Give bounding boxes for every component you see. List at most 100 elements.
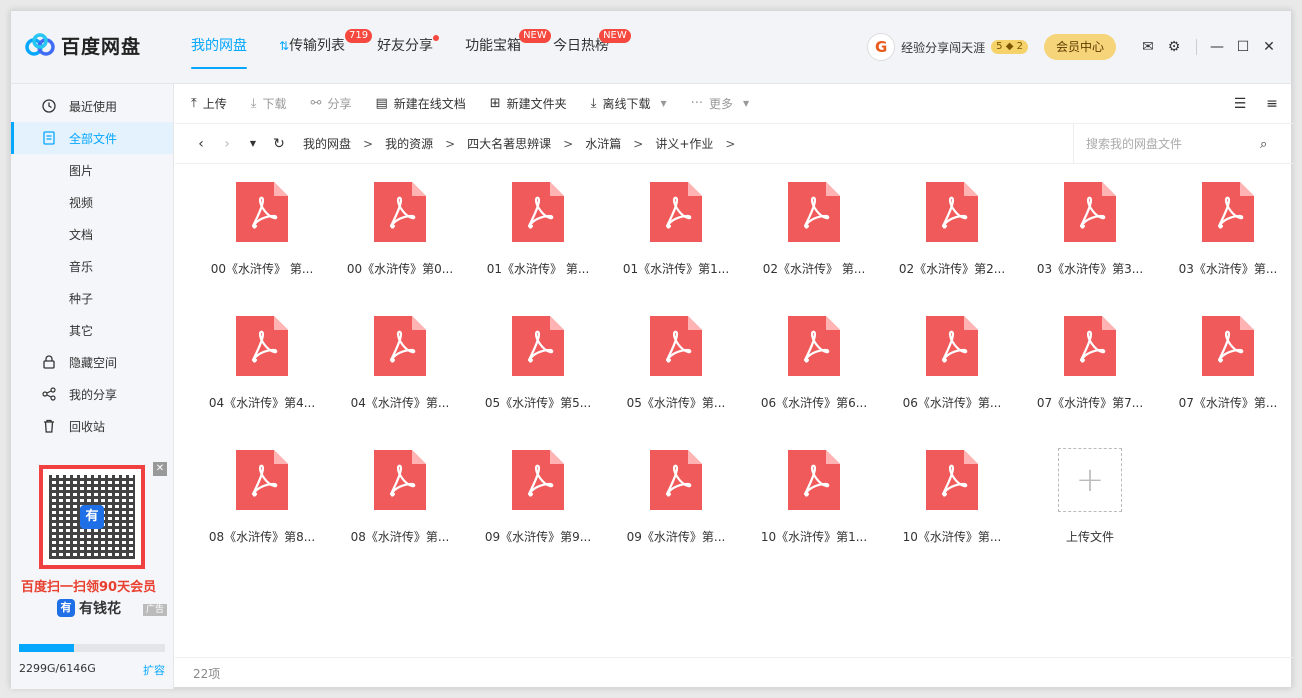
- tab-hot-list[interactable]: 今日热榜 NEW: [553, 11, 631, 83]
- file-item[interactable]: 03《水浒传》第3...: [1025, 172, 1155, 292]
- pdf-file-icon: [1064, 316, 1116, 376]
- tab-label: 好友分享: [377, 38, 434, 54]
- chevron-down-icon: ▼: [660, 99, 667, 108]
- sidebar-item-label: 图片: [69, 163, 94, 178]
- offline-download-button[interactable]: ⤓ 离线下载 ▼: [591, 95, 667, 112]
- storage-bar: [19, 644, 165, 652]
- sidebar-item-music[interactable]: 音乐: [11, 250, 173, 282]
- clock-icon: [41, 98, 57, 114]
- file-item[interactable]: 00《水浒传》 第...: [197, 172, 327, 292]
- history-dropdown-icon[interactable]: ▼: [243, 139, 263, 148]
- pdf-file-icon: [926, 450, 978, 510]
- file-item[interactable]: 06《水浒传》第...: [887, 306, 1017, 426]
- file-item[interactable]: 04《水浒传》第4...: [197, 306, 327, 426]
- app-window: 百度网盘 我的网盘 ⇅传输列表 719 好友分享 功能宝箱 NEW 今日热榜 N…: [10, 10, 1293, 689]
- breadcrumb-item[interactable]: 四大名著思辨课: [467, 135, 551, 152]
- file-item[interactable]: 02《水浒传》第2...: [887, 172, 1017, 292]
- sidebar-item-videos[interactable]: 视频: [11, 186, 173, 218]
- lock-icon: [41, 354, 57, 370]
- new-folder-button[interactable]: ⊞ 新建文件夹: [490, 95, 567, 112]
- file-item[interactable]: 09《水浒传》第...: [611, 440, 741, 560]
- pdf-file-icon: [788, 316, 840, 376]
- sort-icon[interactable]: ☰: [1231, 96, 1249, 112]
- file-item[interactable]: 00《水浒传》第0...: [335, 172, 465, 292]
- upload-button[interactable]: ⤒ 上传: [191, 95, 227, 112]
- pdf-file-icon: [374, 450, 426, 510]
- file-item[interactable]: 07《水浒传》第...: [1163, 306, 1293, 426]
- search-input[interactable]: [1086, 137, 1256, 151]
- breadcrumb-separator: >: [363, 136, 374, 151]
- breadcrumb-item[interactable]: 讲义+作业: [655, 135, 713, 152]
- file-name: 10《水浒传》第...: [902, 530, 1002, 544]
- ad-text: 百度扫一扫领90天会员: [21, 580, 157, 595]
- minimize-icon[interactable]: —: [1205, 35, 1229, 59]
- close-icon[interactable]: ✕: [1257, 35, 1281, 59]
- more-button[interactable]: ··· 更多 ▼: [691, 95, 750, 112]
- file-item[interactable]: 05《水浒传》第5...: [473, 306, 603, 426]
- breadcrumb-item[interactable]: 水浒篇: [585, 135, 621, 152]
- file-item[interactable]: 02《水浒传》 第...: [749, 172, 879, 292]
- file-name: 00《水浒传》第0...: [346, 262, 454, 276]
- file-item[interactable]: 07《水浒传》第7...: [1025, 306, 1155, 426]
- upload-file-tile[interactable]: + 上传文件: [1025, 440, 1155, 560]
- sidebar-item-my-share[interactable]: 我的分享: [11, 378, 173, 410]
- file-item[interactable]: 01《水浒传》第1...: [611, 172, 741, 292]
- maximize-icon[interactable]: ☐: [1231, 35, 1255, 59]
- ad-close-icon[interactable]: ✕: [153, 462, 167, 476]
- list-view-icon[interactable]: ≡: [1263, 96, 1281, 112]
- file-item[interactable]: 06《水浒传》第6...: [749, 306, 879, 426]
- sidebar-item-recent[interactable]: 最近使用: [11, 90, 173, 122]
- forward-icon[interactable]: ›: [217, 136, 237, 152]
- tab-toolbox[interactable]: 功能宝箱 NEW: [465, 11, 551, 83]
- download-button[interactable]: ⤓ 下载: [251, 95, 287, 112]
- file-item[interactable]: 04《水浒传》第...: [335, 306, 465, 426]
- file-name: 09《水浒传》第9...: [484, 530, 592, 544]
- tab-my-disk[interactable]: 我的网盘: [191, 11, 247, 83]
- sidebar-item-recycle-bin[interactable]: 回收站: [11, 410, 173, 442]
- username[interactable]: 经验分享闯天涯: [901, 39, 985, 56]
- refresh-icon[interactable]: ↻: [269, 136, 289, 152]
- tab-transfer-list[interactable]: ⇅传输列表 719: [279, 11, 373, 83]
- share-button[interactable]: ⚯ 分享: [311, 95, 352, 112]
- tab-friend-share[interactable]: 好友分享: [377, 11, 440, 83]
- breadcrumb-item[interactable]: 我的资源: [385, 135, 433, 152]
- file-item[interactable]: 08《水浒传》第...: [335, 440, 465, 560]
- offline-label: 离线下载: [602, 97, 651, 111]
- sidebar-item-label: 其它: [69, 323, 94, 338]
- file-item[interactable]: 08《水浒传》第8...: [197, 440, 327, 560]
- sidebar-item-label: 文档: [69, 227, 94, 242]
- back-icon[interactable]: ‹: [191, 136, 211, 152]
- file-name: 05《水浒传》第...: [626, 396, 726, 410]
- file-item[interactable]: 10《水浒传》第...: [887, 440, 1017, 560]
- file-name: 03《水浒传》第...: [1178, 262, 1278, 276]
- sidebar-item-images[interactable]: 图片: [11, 154, 173, 186]
- file-item[interactable]: 01《水浒传》 第...: [473, 172, 603, 292]
- sidebar-item-other[interactable]: 其它: [11, 314, 173, 346]
- ad-banner[interactable]: ✕ 有 百度扫一扫领90天会员 有有钱花 广告: [19, 462, 167, 622]
- pdf-file-icon: [926, 182, 978, 242]
- file-item[interactable]: 03《水浒传》第...: [1163, 172, 1293, 292]
- pdf-file-icon: [236, 450, 288, 510]
- level-value-2: 2: [1016, 41, 1023, 52]
- new-online-doc-button[interactable]: ▤ 新建在线文档: [375, 95, 465, 112]
- file-item[interactable]: 10《水浒传》第1...: [749, 440, 879, 560]
- avatar[interactable]: G: [867, 33, 896, 61]
- mail-icon[interactable]: ✉: [1136, 35, 1160, 59]
- expand-storage-link[interactable]: 扩容: [143, 662, 165, 678]
- view-options: ☰ ≡: [1217, 96, 1281, 112]
- search-icon[interactable]: ⌕: [1260, 137, 1267, 152]
- vip-center-button[interactable]: 会员中心: [1043, 34, 1116, 60]
- file-item[interactable]: 05《水浒传》第...: [611, 306, 741, 426]
- sidebar-item-label: 音乐: [69, 259, 94, 274]
- upload-file-label: 上传文件: [1065, 530, 1114, 544]
- sidebar-item-all-files[interactable]: 全部文件: [11, 122, 173, 154]
- trash-icon: [41, 418, 57, 434]
- sidebar-item-hidden-space[interactable]: 隐藏空间: [11, 346, 173, 378]
- sidebar-item-documents[interactable]: 文档: [11, 218, 173, 250]
- breadcrumb-item[interactable]: 我的网盘: [303, 135, 351, 152]
- file-item[interactable]: 09《水浒传》第9...: [473, 440, 603, 560]
- transfer-count-badge: 719: [345, 29, 373, 43]
- sidebar-item-torrents[interactable]: 种子: [11, 282, 173, 314]
- upload-label: 上传: [202, 97, 227, 111]
- settings-icon[interactable]: ⚙: [1162, 35, 1186, 59]
